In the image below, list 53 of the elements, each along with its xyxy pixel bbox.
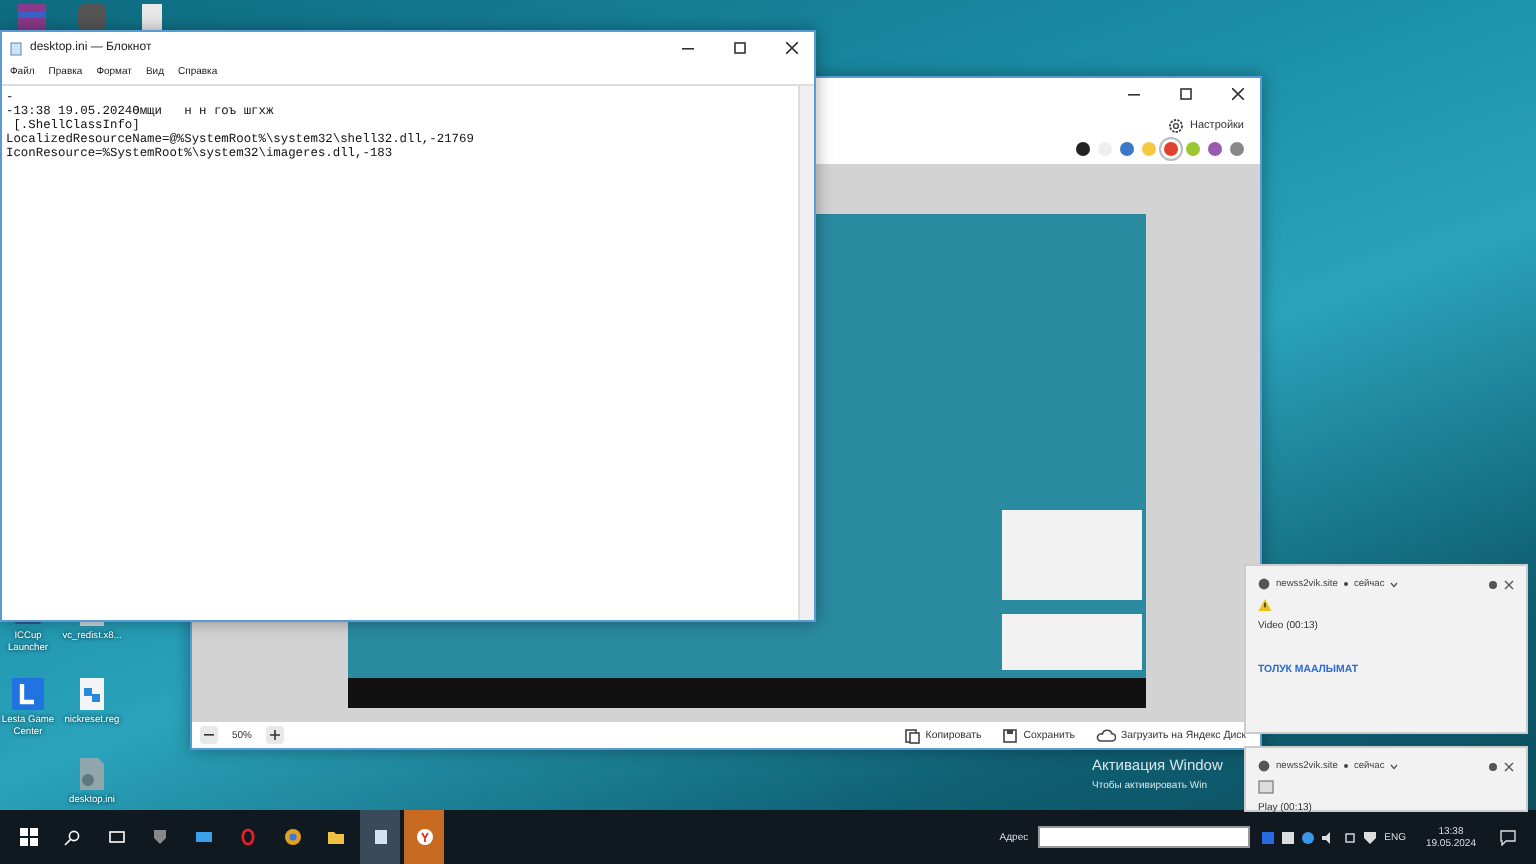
notepad-icon	[10, 41, 22, 55]
scrollbar[interactable]	[798, 86, 814, 620]
letter-y-icon	[415, 828, 433, 846]
warning-icon	[1258, 598, 1272, 612]
color-swatch[interactable]	[1230, 142, 1244, 156]
close-button[interactable]	[1504, 579, 1514, 589]
message-icon	[1500, 829, 1516, 845]
settings-file-icon	[74, 756, 110, 792]
taskbar-app[interactable]	[360, 810, 400, 864]
close-button[interactable]	[1504, 761, 1514, 771]
address-field[interactable]	[1038, 826, 1251, 848]
shield-icon	[152, 828, 168, 846]
close-icon	[1504, 761, 1514, 771]
letter-l-icon	[10, 676, 46, 712]
image-icon	[1258, 780, 1274, 794]
color-swatch[interactable]	[1186, 142, 1200, 156]
registry-file-icon	[74, 676, 110, 712]
archive-icon	[16, 2, 48, 30]
maximize-icon	[1180, 88, 1192, 100]
color-swatch[interactable]	[1164, 142, 1178, 156]
close-icon	[1504, 579, 1514, 589]
maximize-icon	[734, 42, 746, 54]
minus-icon	[204, 730, 214, 740]
cloud-icon	[1095, 727, 1116, 743]
browser-circle-icon	[283, 828, 301, 846]
save-icon	[1001, 727, 1018, 743]
blank-file-icon	[138, 2, 166, 30]
game-icon	[76, 2, 108, 30]
task-view-icon	[107, 830, 125, 844]
close-icon	[786, 42, 798, 54]
search-icon	[64, 829, 80, 845]
chevron-down-icon	[1390, 763, 1399, 769]
globe-icon	[1258, 578, 1270, 590]
minimize-icon	[1128, 88, 1140, 100]
color-swatch[interactable]	[1120, 142, 1134, 156]
chevron-down-icon	[1390, 581, 1399, 587]
close-icon	[1232, 88, 1244, 100]
globe-icon	[1258, 760, 1270, 772]
shield-icon	[1364, 831, 1377, 843]
network-icon	[1344, 831, 1357, 843]
zoom-in-button[interactable]	[266, 726, 285, 744]
minimize-icon	[682, 42, 694, 54]
ring-icon	[240, 828, 256, 846]
zoom-out-button[interactable]	[200, 726, 218, 744]
color-swatch[interactable]	[1208, 142, 1222, 156]
windows-logo-icon	[19, 828, 37, 846]
notepad-icon	[371, 828, 389, 846]
color-swatch[interactable]	[1076, 142, 1090, 156]
color-swatch[interactable]	[1142, 142, 1156, 156]
copy-icon	[903, 727, 920, 743]
computer-icon	[194, 829, 214, 845]
folder-icon	[326, 829, 346, 845]
plus-icon	[270, 730, 281, 740]
